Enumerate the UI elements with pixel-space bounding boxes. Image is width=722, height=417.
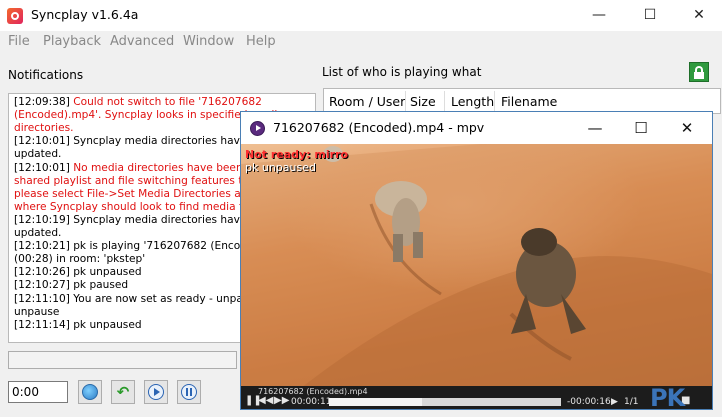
seek-time-input[interactable]: 0:00 bbox=[8, 381, 68, 403]
elapsed-time: 00:00:11 bbox=[291, 397, 332, 407]
skip-forward-icon[interactable]: ▶▶ bbox=[274, 395, 289, 406]
mpv-control-bar: 716207682 (Encoded).mp4 ❚❚ ◀◀ ▶▶ 00:00:1… bbox=[241, 386, 712, 409]
list-label: List of who is playing what bbox=[322, 65, 482, 79]
notification-text: updated. bbox=[14, 148, 62, 161]
pause-button[interactable] bbox=[177, 380, 201, 404]
mpv-window: 716207682 (Encoded).mp4 - mpv — ☐ ✕ Not … bbox=[240, 111, 713, 410]
video-scene bbox=[241, 144, 712, 388]
notification-text: [12:09:38] bbox=[14, 96, 74, 108]
menu-file[interactable]: File bbox=[8, 34, 30, 49]
seek-bar[interactable] bbox=[329, 398, 561, 406]
pk-watermark: PK bbox=[650, 384, 685, 412]
notification-text: [12:10:27] pk paused bbox=[14, 279, 129, 292]
osd-not-ready: Not ready: mirro bbox=[245, 148, 349, 161]
skip-back-icon[interactable]: ◀◀ bbox=[258, 395, 273, 406]
title-bar: Syncplay v1.6.4a — ☐ ✕ bbox=[0, 0, 722, 31]
mpv-logo-icon bbox=[250, 121, 265, 136]
notification-line: [12:09:38] Could not switch to file '716… bbox=[14, 96, 314, 109]
mpv-maximize-button[interactable]: ☐ bbox=[618, 112, 664, 144]
notification-message: directories. bbox=[14, 122, 74, 135]
menu-playback[interactable]: Playback bbox=[43, 34, 101, 49]
close-button[interactable]: ✕ bbox=[676, 0, 722, 31]
notification-message: where Syncplay should look to find media… bbox=[14, 200, 264, 213]
undo-seek-button[interactable]: ↶ bbox=[111, 380, 135, 404]
notification-text: (00:28) in room: 'pkstep' bbox=[14, 253, 146, 266]
mpv-close-button[interactable]: ✕ bbox=[664, 112, 710, 144]
menu-advanced[interactable]: Advanced bbox=[110, 34, 174, 49]
chat-input[interactable] bbox=[8, 351, 237, 369]
playlist-position: 1/1 bbox=[624, 397, 639, 407]
subtitle-icon[interactable]: ▶ bbox=[611, 397, 618, 407]
undo-icon: ↶ bbox=[116, 383, 130, 401]
pause-icon bbox=[181, 384, 197, 400]
column-filename[interactable]: Filename bbox=[501, 94, 557, 109]
menu-bar bbox=[0, 31, 722, 53]
notification-message: shared playlist and file switching featu… bbox=[14, 174, 278, 187]
column-length[interactable]: Length bbox=[451, 94, 494, 109]
mpv-title-bar: 716207682 (Encoded).mp4 - mpv — ☐ ✕ bbox=[241, 112, 712, 144]
remaining-time: -00:00:16 bbox=[567, 397, 611, 407]
maximize-button[interactable]: ☐ bbox=[627, 0, 673, 31]
globe-icon bbox=[82, 384, 98, 400]
syncplay-logo-icon bbox=[7, 8, 23, 24]
window-title: Syncplay v1.6.4a bbox=[31, 7, 139, 22]
notification-text: updated. bbox=[14, 227, 62, 239]
play-button[interactable] bbox=[144, 380, 168, 404]
column-room-user[interactable]: Room / User bbox=[329, 94, 405, 109]
ready-lock-icon[interactable] bbox=[689, 62, 709, 82]
notification-text: [12:10:01] Syncplay media directories ha… bbox=[14, 135, 277, 148]
notifications-label: Notifications bbox=[8, 68, 84, 82]
menu-window[interactable]: Window bbox=[183, 34, 234, 49]
osd-unpaused: pk unpaused bbox=[245, 161, 316, 174]
menu-help[interactable]: Help bbox=[246, 34, 276, 49]
mpv-window-title: 716207682 (Encoded).mp4 - mpv bbox=[273, 120, 485, 135]
play-icon bbox=[148, 384, 164, 400]
notification-text: [12:11:14] pk unpaused bbox=[14, 318, 142, 331]
notification-text: [12:10:26] pk unpaused bbox=[14, 266, 142, 279]
notification-text: unpause bbox=[14, 305, 60, 318]
notification-message: Could not switch to file '716207682 bbox=[73, 96, 262, 108]
notification-text: [12:10:19] Syncplay media directories ha… bbox=[14, 213, 277, 226]
video-frame[interactable]: Not ready: mirro pk unpaused bbox=[241, 144, 712, 388]
minimize-button[interactable]: — bbox=[576, 0, 622, 31]
mpv-minimize-button[interactable]: — bbox=[572, 112, 618, 144]
column-size[interactable]: Size bbox=[410, 94, 436, 109]
notification-text: [12:10:01] bbox=[14, 161, 74, 174]
seek-button[interactable] bbox=[78, 380, 102, 404]
notification-text: [12:11:10] You are now set as ready - un… bbox=[14, 292, 276, 305]
